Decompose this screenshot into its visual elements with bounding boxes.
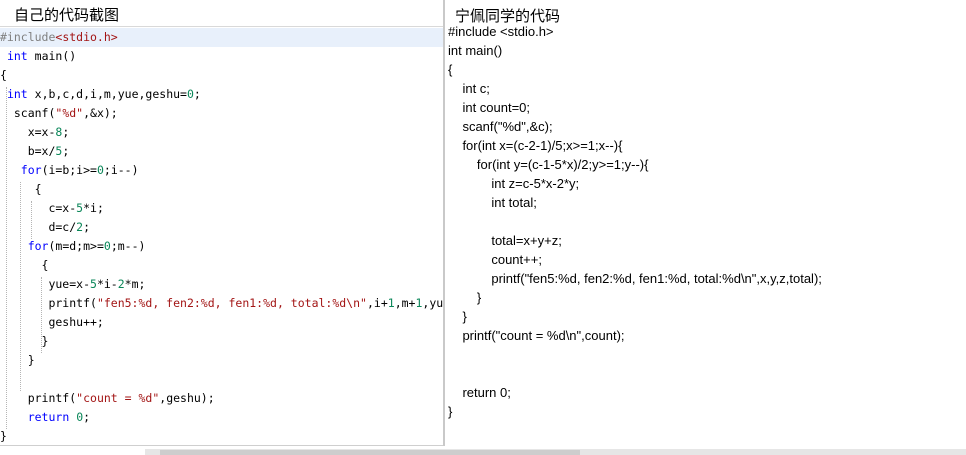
right-code-line: scanf("%d",&c); [448,119,553,134]
indent-guide [41,277,42,353]
left-code-line: #include<stdio.h> [0,28,443,47]
right-code-line: for(int x=(c-2-1)/5;x>=1;x--){ [448,138,623,153]
left-code-line: } [0,429,7,443]
right-code-line: printf("fen5:%d, fen2:%d, fen1:%d, total… [448,271,822,286]
left-code-line: { [0,182,42,196]
left-code-line: } [0,353,35,367]
right-code-line: #include <stdio.h> [448,24,554,39]
indent-guide [6,87,7,429]
right-code-line: int total; [448,195,537,210]
left-code-line: int x,b,c,d,i,m,yue,geshu=0; [6,87,201,101]
right-code-line: int count=0; [448,100,531,115]
left-code-line: b=x/5; [0,144,70,158]
right-code-line: return 0; [448,385,511,400]
right-code-line: total=x+y+z; [448,233,562,248]
left-panel: 自己的代码截图 #include<stdio.h> int main() { in… [0,0,443,455]
left-code-line: geshu++; [0,315,104,329]
right-code-line: printf("count = %d\n",count); [448,328,625,343]
right-code-line: for(int y=(c-1-5*x)/2;y>=1;y--){ [448,157,649,172]
left-code-line [0,370,443,389]
left-code-line: printf("fen5:%d, fen2:%d, fen1:%d, total… [0,296,443,310]
right-code-line: int z=c-5*x-2*y; [448,176,580,191]
right-code-line: } [448,290,482,305]
left-code-line: for(m=d;m>=0;m--) [27,239,146,253]
left-code-line: d=c/2; [0,220,91,234]
left-panel-title: 自己的代码截图 [14,6,120,24]
right-code-line: } [448,404,453,419]
left-code-line: x=x-8; [0,125,70,139]
indent-guide [20,182,21,391]
right-code-line: int main() [448,43,503,58]
left-code-line: for(i=b;i>=0;i--) [20,163,139,177]
right-code-line: } [448,309,467,324]
right-code-line: { [448,62,453,77]
left-code-editor[interactable]: #include<stdio.h> int main() { int x,b,c,… [0,27,443,445]
left-code-line: yue=x-5*i-2*m; [0,277,146,291]
indent-guide [31,201,32,239]
left-code-line: { [0,258,49,272]
left-code-line: int main() [6,49,77,63]
right-code-line: int c; [448,81,490,96]
right-panel: 宁佩同学的代码 #include <stdio.h> int main(){ in… [445,0,966,455]
horizontal-scrollbar-thumb[interactable] [160,450,580,455]
left-code-line: scanf("%d",&x); [0,106,118,120]
left-code-line: printf("count = %d",geshu); [0,391,215,405]
right-code-line: count++; [448,252,542,267]
left-code-line: { [0,68,7,82]
left-code-line: } [0,334,49,348]
left-code-line: return 0; [27,410,91,424]
left-code-line: c=x-5*i; [0,201,104,215]
left-panel-header: 自己的代码截图 [0,0,443,27]
